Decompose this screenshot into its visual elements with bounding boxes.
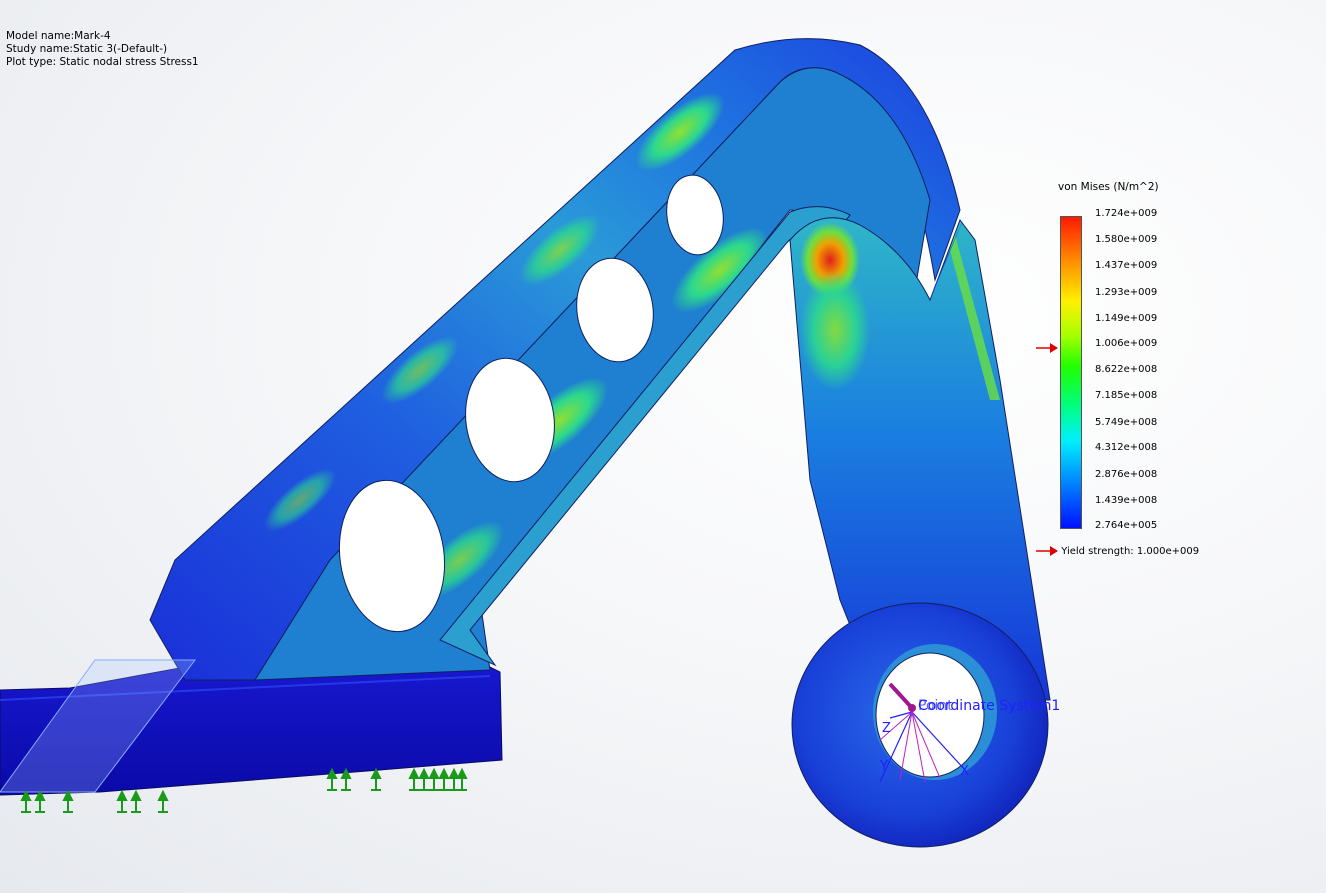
legend-tick: 1.006e+009 bbox=[1095, 338, 1158, 349]
triad-axis-x: X bbox=[960, 764, 969, 779]
legend-tick: 1.724e+009 bbox=[1095, 208, 1158, 219]
fixture-arrow-icon bbox=[408, 767, 420, 791]
fixture-arrow-icon bbox=[418, 767, 430, 791]
fixture-arrow-icon bbox=[20, 789, 32, 813]
study-info: Model name:Mark-4 Study name:Static 3(-D… bbox=[6, 30, 199, 69]
legend-tick: 2.876e+008 bbox=[1095, 469, 1158, 480]
study-name: Study name:Static 3(-Default-) bbox=[6, 43, 168, 55]
legend-tick: 8.622e+008 bbox=[1095, 364, 1158, 375]
legend-tick: 1.437e+009 bbox=[1095, 260, 1158, 271]
legend-title: von Mises (N/m^2) bbox=[1058, 181, 1159, 193]
fixture-arrow-icon bbox=[438, 767, 450, 791]
fixture-arrow-icon bbox=[116, 789, 128, 813]
stress-legend[interactable]: von Mises (N/m^2) 1.724e+009 1.580e+009 … bbox=[1030, 180, 1250, 570]
legend-tick: 7.185e+008 bbox=[1095, 390, 1158, 401]
fixture-arrow-icon bbox=[34, 789, 46, 813]
legend-tick: 1.149e+009 bbox=[1095, 313, 1158, 324]
legend-tick: 4.312e+008 bbox=[1095, 442, 1158, 453]
yield-strength-row: Yield strength: 1.000e+009 bbox=[1036, 545, 1199, 557]
legend-tick: 2.764e+005 bbox=[1095, 520, 1158, 531]
lug-eye bbox=[791, 602, 1049, 848]
fixture-arrow-icon bbox=[370, 767, 382, 791]
fixture-arrow-icon bbox=[428, 767, 440, 791]
triad-axis-z: Z bbox=[882, 721, 891, 736]
yield-marker-arrow-icon bbox=[1036, 343, 1058, 353]
model-name: Model name:Mark-4 bbox=[6, 30, 111, 42]
fixture-arrow-icon bbox=[157, 789, 169, 813]
yield-strength-label: Yield strength: 1.000e+009 bbox=[1061, 546, 1200, 557]
fixture-arrow-icon bbox=[130, 789, 142, 813]
triad-point-label: Point bbox=[918, 698, 953, 714]
fixture-arrow-icon bbox=[448, 767, 460, 791]
triad-axis-y: Y bbox=[879, 759, 888, 774]
plot-type: Plot type: Static nodal stress Stress1 bbox=[6, 56, 199, 68]
legend-tick: 1.439e+008 bbox=[1095, 495, 1158, 506]
fixture-arrow-icon bbox=[456, 767, 468, 791]
legend-tick: 1.293e+009 bbox=[1095, 287, 1158, 298]
fixture-arrow-icon bbox=[62, 789, 74, 813]
yield-arrow-icon bbox=[1036, 546, 1058, 556]
legend-tick: 5.749e+008 bbox=[1095, 417, 1158, 428]
legend-tick: 1.580e+009 bbox=[1095, 234, 1158, 245]
color-scale-bar bbox=[1060, 216, 1082, 529]
